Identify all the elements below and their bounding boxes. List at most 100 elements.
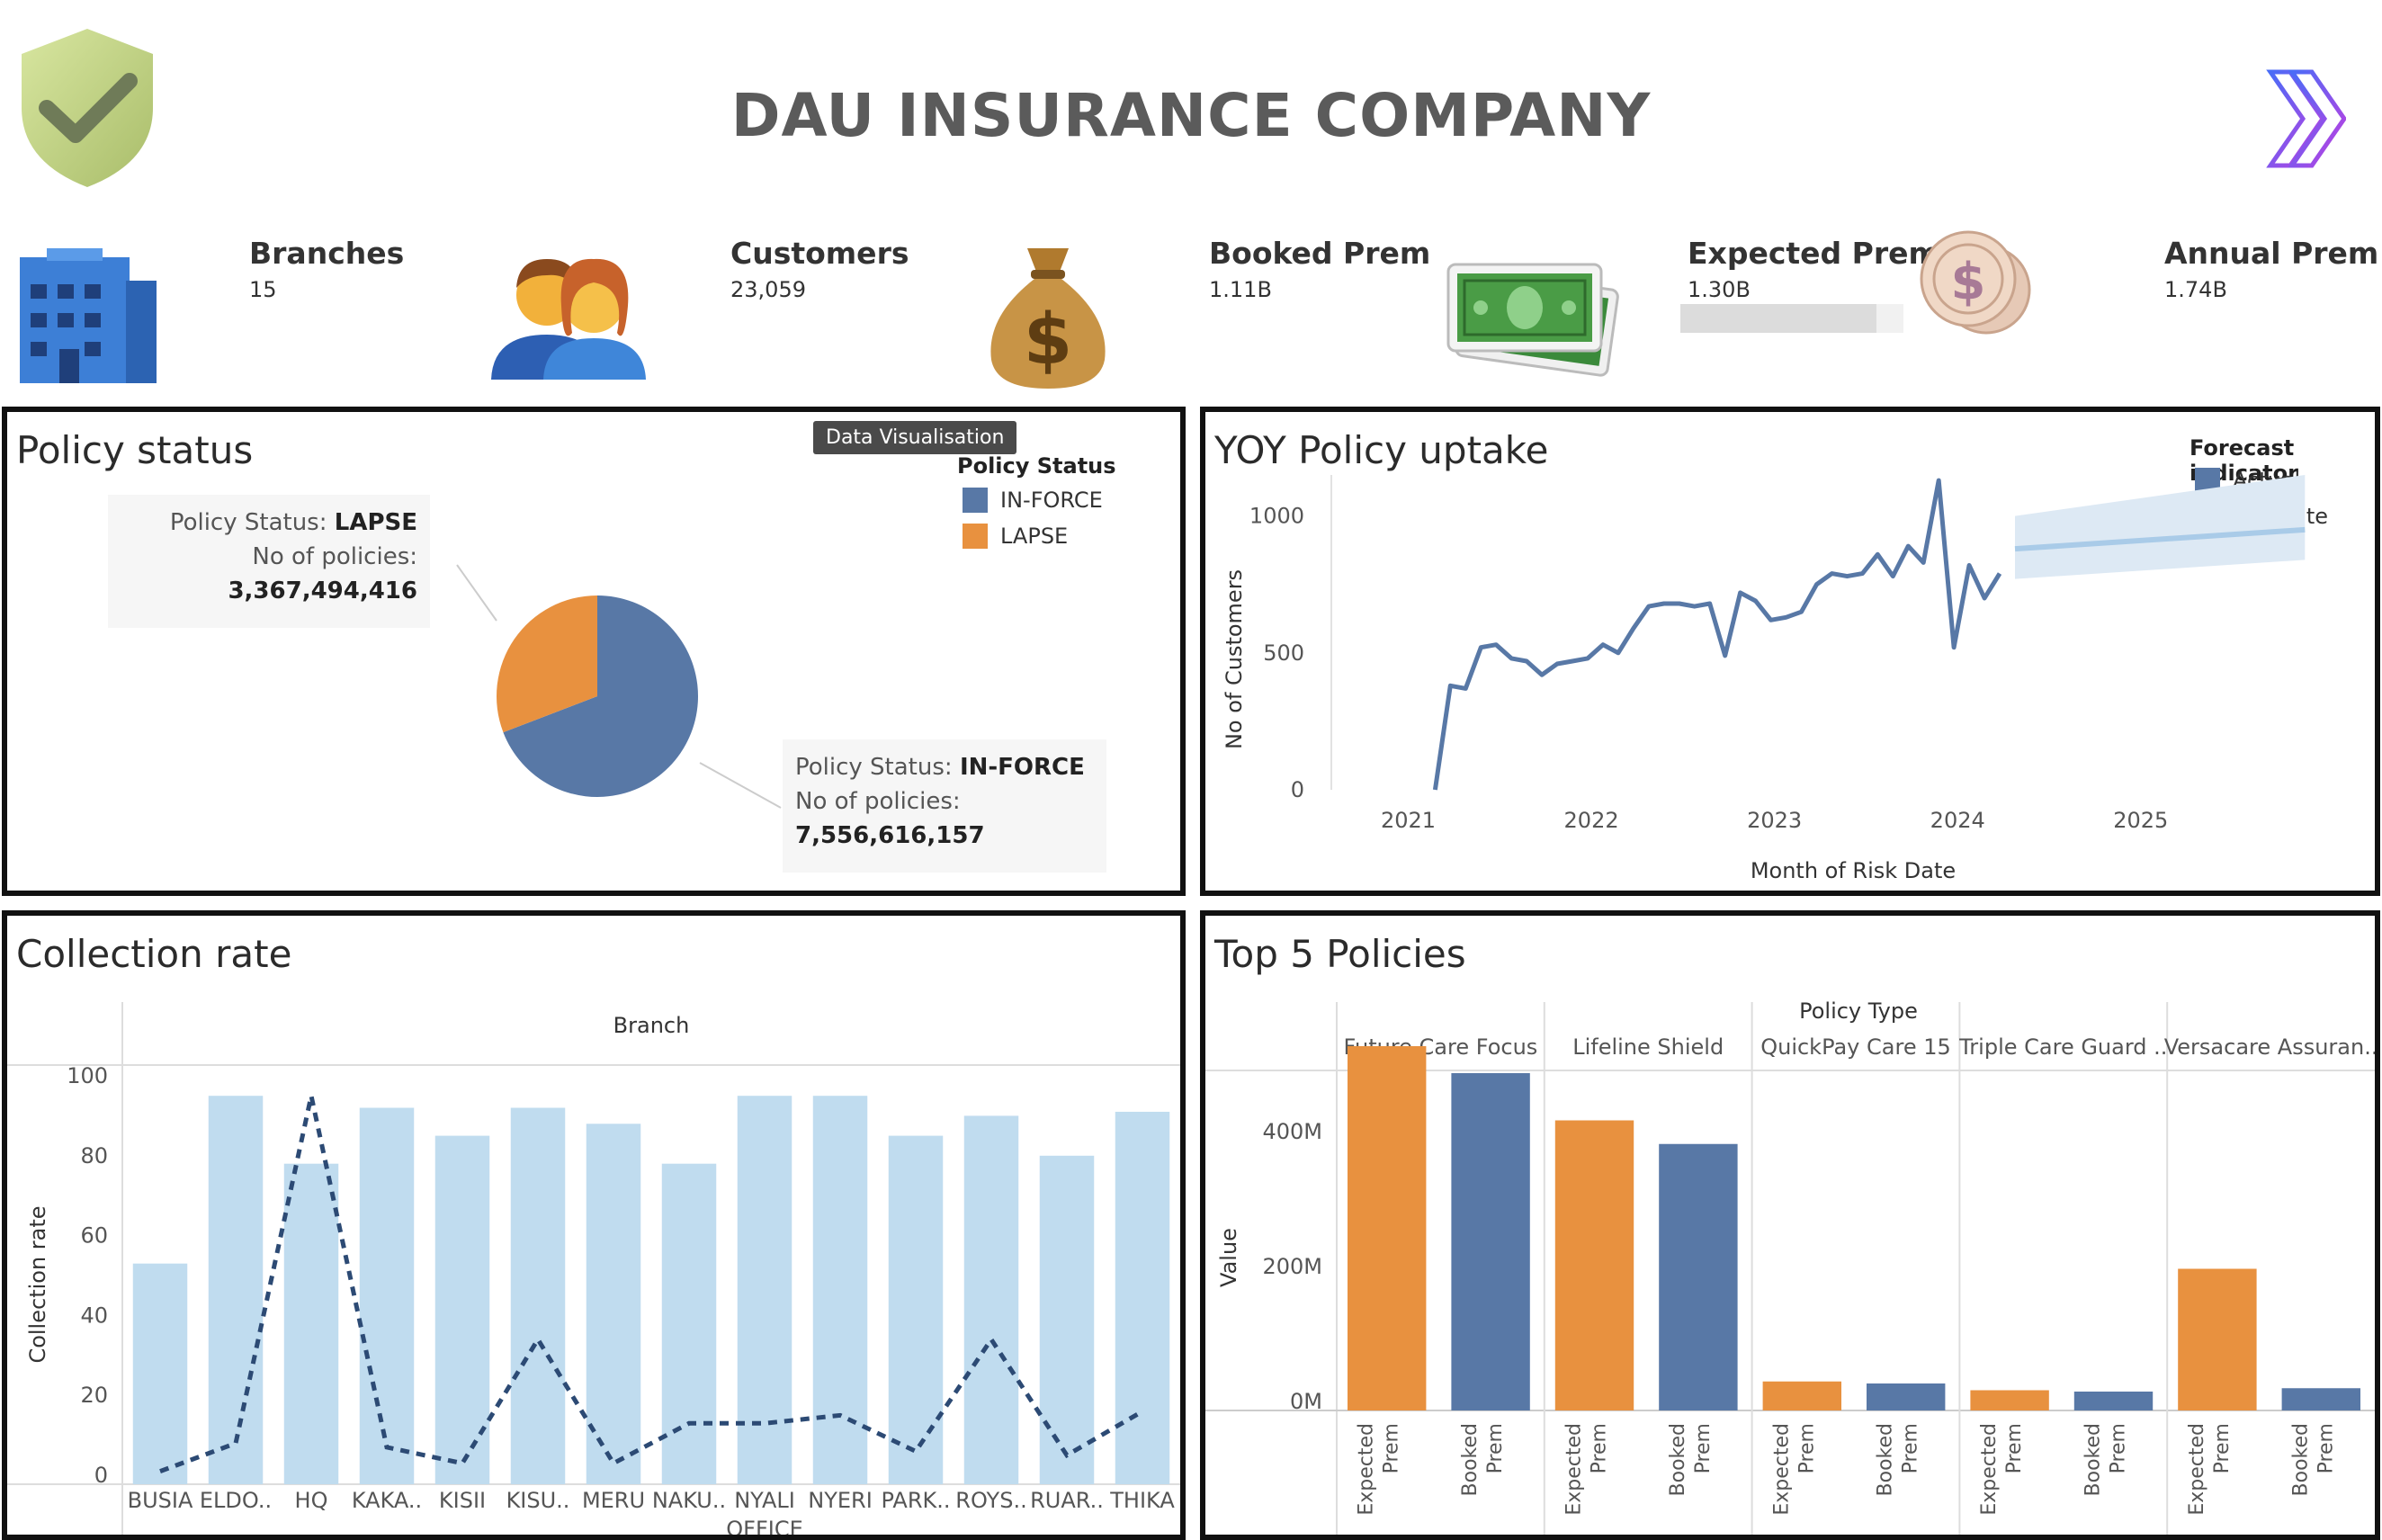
yoy-panel: YOY Policy uptake Forecast indicator Act… (1200, 407, 2380, 896)
top5-bar[interactable] (1348, 1046, 1427, 1410)
collection-bar[interactable] (132, 1263, 188, 1484)
kpi-branches-value: 15 (249, 277, 277, 302)
top5-measure-label: Expected Prem (2186, 1423, 2234, 1516)
top5-panel: Top 5 Policies Policy Type Value 0M 200M 400… (1200, 910, 2380, 1540)
kpi-expected-prem-value: 1.30B (1688, 277, 1751, 302)
collection-y-tick: 60 (80, 1223, 108, 1249)
kpi-expected-prem-label: Expected Prem (1688, 236, 1939, 271)
collection-bar[interactable] (812, 1096, 868, 1484)
collection-bar[interactable] (661, 1163, 717, 1484)
actual-line (1432, 478, 2002, 791)
top5-bar[interactable] (1554, 1120, 1634, 1411)
top5-y-tick: 400M (1262, 1119, 1322, 1144)
collection-panel: Collection rate Branch Collection rate 0 20… (2, 910, 1186, 1540)
collection-x-tick: KAKA.. (352, 1488, 422, 1513)
double-chevron-right-icon[interactable] (2265, 67, 2348, 171)
coins-icon: $ (1916, 227, 2033, 347)
yoy-y-axis-label: No of Customers (1222, 569, 1247, 749)
yoy-x-tick: 2025 (2113, 808, 2168, 833)
expected-prem-progress-bar (1680, 304, 1903, 333)
collection-bar[interactable] (888, 1135, 944, 1484)
top5-measure-label: Booked Prem (1459, 1423, 1507, 1496)
kpi-booked-prem-value: 1.11B (1209, 277, 1272, 302)
top5-bar[interactable] (2281, 1388, 2360, 1410)
collection-bar[interactable] (510, 1107, 566, 1484)
yoy-x-tick: 2024 (1930, 808, 1985, 833)
yoy-y-tick: 1000 (1249, 504, 1304, 529)
kpi-branches-label: Branches (249, 236, 405, 271)
collection-x-tick: NAKU.. (652, 1488, 726, 1513)
people-icon (491, 252, 651, 380)
top5-measure-label: Expected Prem (1563, 1423, 1611, 1516)
top5-x-axis-label: Policy Type (1799, 998, 1918, 1024)
expected-prem-progress-fill (1680, 304, 1877, 333)
yoy-x-tick: 2022 (1564, 808, 1619, 833)
collection-y-tick: 80 (80, 1143, 108, 1168)
yoy-y-tick: 0 (1291, 777, 1304, 802)
kpi-customers-label: Customers (730, 236, 909, 271)
collection-x-tick: THIKA (1109, 1488, 1175, 1513)
policy-status-panel: Policy status Policy Status IN-FORCE LAP… (2, 407, 1186, 896)
top5-measure-label: Booked Prem (2082, 1423, 2130, 1496)
top5-bar[interactable] (1451, 1073, 1530, 1410)
top5-measure-label: Expected Prem (1978, 1423, 2026, 1516)
collection-x-tick: ROYS.. (955, 1488, 1026, 1513)
estimate-band (2015, 475, 2306, 579)
top5-measure-label: Expected Prem (1770, 1423, 1818, 1516)
collection-bar[interactable] (737, 1096, 793, 1484)
top5-measure-label: Booked Prem (1667, 1423, 1715, 1496)
top5-bar[interactable] (2178, 1268, 2257, 1411)
kpi-booked-prem-label: Booked Prem (1209, 236, 1431, 271)
yoy-line-chart[interactable]: 0 500 1000 2021 2022 2023 2024 2025 Month of Ris… (1205, 412, 2375, 891)
yoy-x-tick: 2023 (1747, 808, 1802, 833)
collection-y-tick: 0 (94, 1463, 108, 1488)
kpi-customers-value: 23,059 (730, 277, 806, 302)
top5-bar-chart[interactable]: Policy TypeValue0M200M400MFuture Care Fo… (1205, 916, 2375, 1536)
policy-status-pie-chart[interactable] (7, 412, 1180, 891)
collection-bar-chart[interactable]: Branch Collection rate 0 20 40 60 80 100 BUSIA EL… (7, 916, 1180, 1536)
top5-category-label: Lifeline Shield (1572, 1034, 1724, 1060)
collection-bar[interactable] (963, 1115, 1019, 1484)
kpi-annual-prem-value: 1.74B (2164, 277, 2227, 302)
building-icon (20, 248, 157, 383)
yoy-y-tick: 500 (1263, 640, 1304, 666)
collection-x-tick: RUAR.. (1030, 1488, 1104, 1513)
collection-x-tick: BUSIA (128, 1488, 193, 1513)
top5-y-tick: 0M (1290, 1389, 1322, 1414)
collection-x-tick: KISU.. (506, 1488, 570, 1513)
top5-bar[interactable] (1762, 1381, 1841, 1410)
tooltip-badge: Data Visualisation (813, 421, 1017, 454)
top5-bar[interactable] (1867, 1383, 1946, 1410)
top5-category-label: Triple Care Guard .. (1958, 1034, 2167, 1060)
collection-x-tick: HQ (295, 1488, 328, 1513)
top5-y-axis-label: Value (1216, 1228, 1241, 1287)
collection-bar[interactable] (208, 1096, 264, 1484)
collection-x-tick: NYERI (808, 1488, 873, 1513)
svg-text:$: $ (1951, 253, 1986, 311)
collection-y-tick: 20 (80, 1383, 108, 1408)
collection-x-tick: ELDO.. (200, 1488, 272, 1513)
collection-y-axis-label: Collection rate (25, 1205, 50, 1363)
collection-x-tick: MERU (582, 1488, 645, 1513)
collection-bar[interactable] (283, 1163, 339, 1484)
collection-bar[interactable] (1115, 1111, 1170, 1484)
yoy-x-axis-label: Month of Risk Date (1751, 858, 1956, 883)
page-title: DAU INSURANCE COMPANY (730, 81, 1652, 150)
collection-bar[interactable] (359, 1107, 415, 1484)
kpi-annual-prem-label: Annual Prem (2164, 236, 2379, 271)
top5-measure-label: Booked Prem (2289, 1423, 2337, 1496)
collection-x-tick: NYALI OFFICE (726, 1488, 803, 1536)
svg-text:$: $ (1024, 300, 1072, 381)
collection-x-axis-label: Branch (613, 1013, 690, 1038)
collection-bar[interactable] (1039, 1155, 1095, 1484)
banknotes-icon (1443, 252, 1621, 387)
collection-x-tick: KISII (439, 1488, 486, 1513)
collection-y-tick: 100 (67, 1063, 108, 1088)
top5-bar[interactable] (1659, 1143, 1738, 1410)
yoy-x-tick: 2021 (1381, 808, 1436, 833)
top5-category-label: Versacare Assuran.. (2164, 1034, 2375, 1060)
top5-y-tick: 200M (1262, 1254, 1322, 1279)
collection-y-tick: 40 (80, 1303, 108, 1328)
top5-bar[interactable] (2073, 1392, 2154, 1410)
top5-bar[interactable] (1970, 1390, 2049, 1411)
